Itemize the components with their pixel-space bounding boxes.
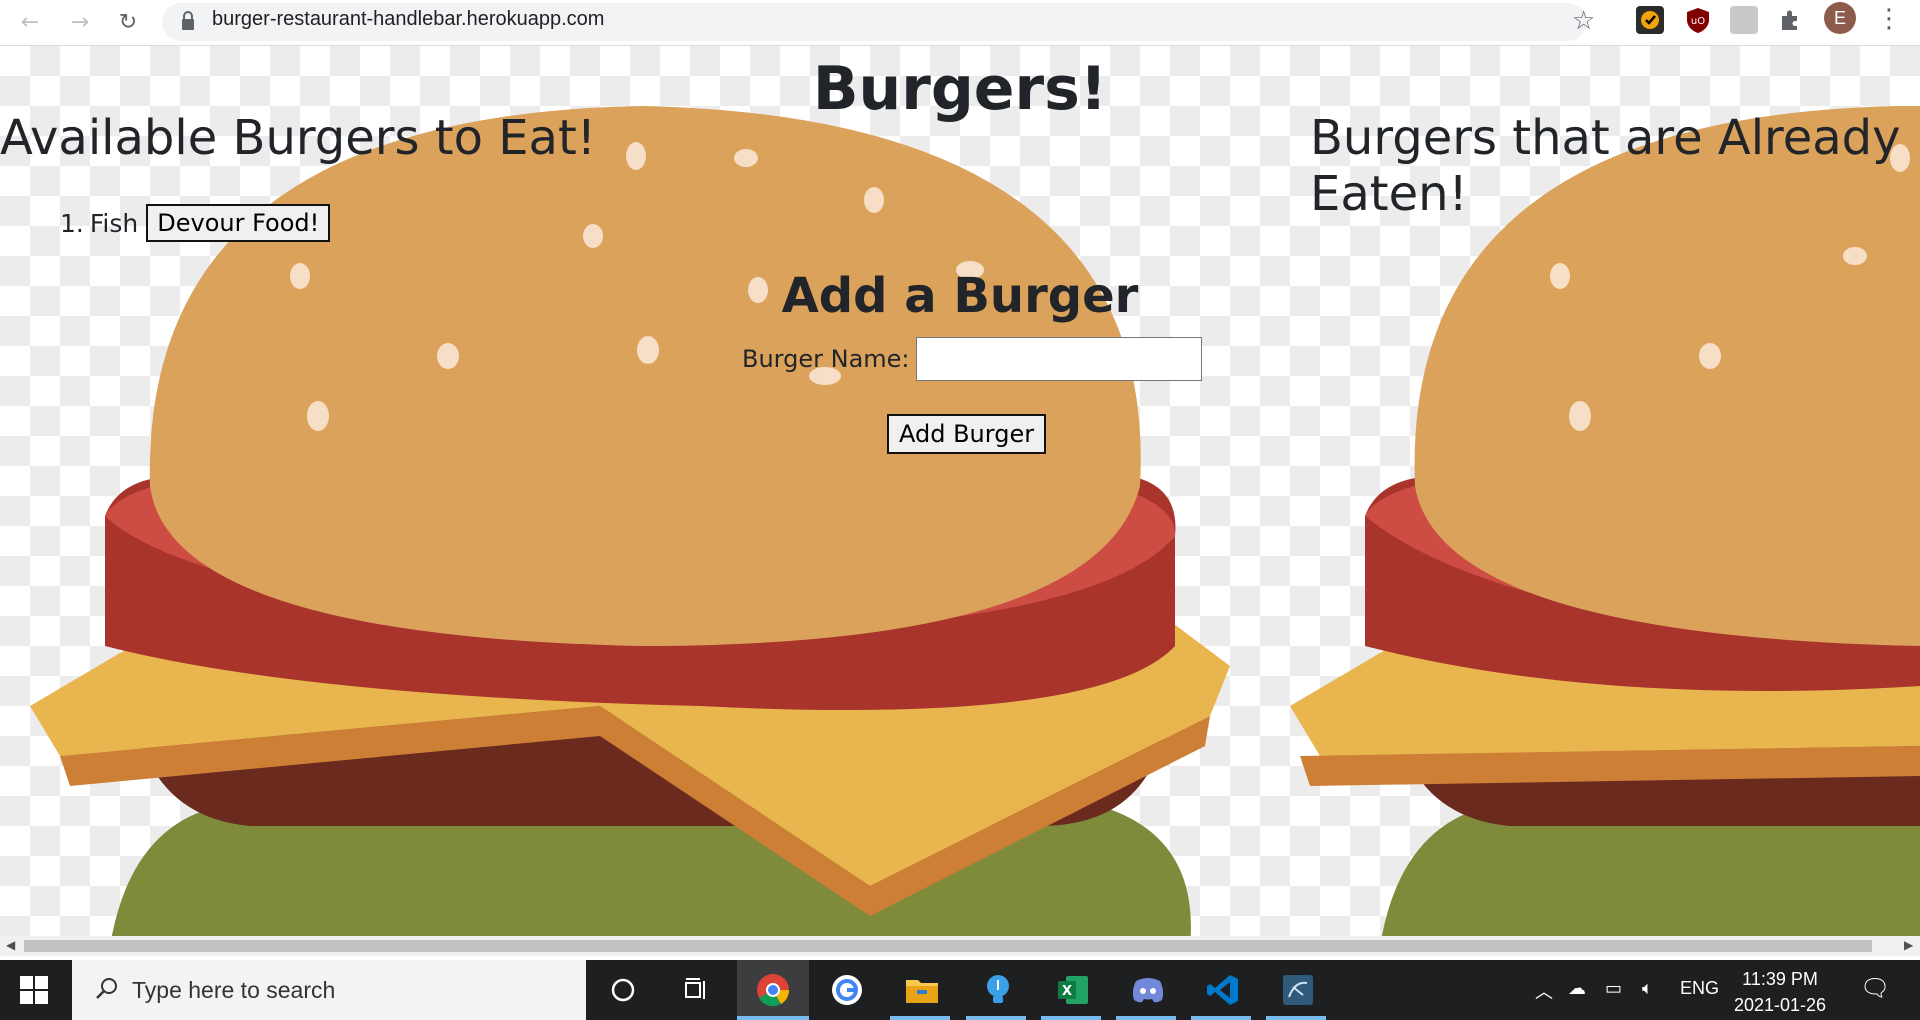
file-explorer-icon[interactable] [902, 970, 942, 1010]
lock-icon [182, 11, 194, 30]
add-burger-heading: Add a Burger [781, 268, 1139, 324]
search-placeholder: Type here to search [132, 977, 336, 1003]
vscode-icon[interactable] [1203, 970, 1243, 1010]
horizontal-scrollbar[interactable]: ◀ ▶ [0, 936, 1920, 956]
search-icon [96, 978, 117, 999]
scroll-left-icon[interactable]: ◀ [6, 938, 15, 952]
ublock-icon[interactable]: uO [1684, 6, 1712, 34]
svg-text:uO: uO [1691, 16, 1705, 27]
available-burgers-list-item: 1. Fish Devour Food! [60, 204, 331, 242]
excel-running-indicator [1041, 1016, 1101, 1020]
cortana-icon[interactable] [603, 970, 643, 1010]
scrollbar-thumb[interactable] [24, 940, 1872, 952]
tray-chevron-up-icon[interactable]: ︿ [1535, 978, 1553, 1004]
burger-name-input[interactable] [915, 337, 1202, 381]
extensions-puzzle-icon[interactable] [1776, 6, 1804, 34]
vscode-running-indicator [1191, 1016, 1251, 1020]
page-viewport: Burgers! Available Burgers to Eat! Burge… [0, 46, 1920, 936]
chrome-running-indicator [737, 1016, 809, 1020]
reload-icon[interactable]: ↻ [112, 6, 144, 38]
burger-name-label: Burger Name: [742, 345, 910, 373]
taskbar-clock[interactable]: 11:39 PM 2021-01-26 [1730, 966, 1830, 1018]
onedrive-cloud-icon[interactable]: ☁ [1568, 978, 1586, 999]
volume-icon[interactable]: 🔈︎ [1642, 978, 1653, 999]
eaten-heading-line-1: Burgers that are Already [1310, 110, 1901, 166]
profile-avatar[interactable]: E [1824, 2, 1856, 34]
extension-icon-3[interactable] [1730, 6, 1758, 34]
list-item-number: 1. [60, 208, 84, 238]
svg-text:X: X [1062, 984, 1072, 999]
chrome-icon[interactable] [753, 970, 793, 1010]
tips-running-indicator [966, 1016, 1026, 1020]
add-burger-button[interactable]: Add Burger [887, 414, 1047, 454]
right-burger-illustration [1290, 106, 1920, 936]
workbench-running-indicator [1266, 1016, 1326, 1020]
clock-time: 11:39 PM [1742, 969, 1818, 989]
explorer-running-indicator [890, 1016, 950, 1020]
devour-button[interactable]: Devour Food! [146, 204, 331, 242]
language-indicator[interactable]: ENG [1680, 978, 1719, 999]
app-g-icon[interactable] [827, 970, 867, 1010]
eaten-burgers-heading: Burgers that are Already Eaten! [1310, 110, 1901, 222]
notifications-icon[interactable]: 🗨︎ [1860, 974, 1890, 1003]
windows-taskbar: Type here to search X ︿ ☁ ▭ 🔈︎ ENG 11:39… [0, 960, 1920, 1020]
taskbar-search-box[interactable]: Type here to search [72, 960, 586, 1020]
excel-icon[interactable]: X [1053, 970, 1093, 1010]
browser-toolbar: ← → ↻ burger-restaurant-handlebar.heroku… [0, 0, 1920, 46]
burger-name-form-row: Burger Name: [742, 337, 1202, 381]
eaten-heading-line-2: Eaten! [1310, 166, 1468, 222]
extension-icon-1[interactable] [1636, 6, 1664, 34]
burger-name: Fish [89, 208, 139, 238]
clock-date: 2021-01-26 [1733, 995, 1827, 1015]
discord-icon[interactable] [1128, 970, 1168, 1010]
discord-running-indicator [1116, 1016, 1176, 1020]
browser-menu-icon[interactable]: ⋮ [1876, 4, 1902, 34]
back-icon[interactable]: ← [14, 6, 46, 38]
url-text[interactable]: burger-restaurant-handlebar.herokuapp.co… [212, 8, 604, 31]
mysql-workbench-icon[interactable] [1278, 970, 1318, 1010]
windows-start-icon[interactable] [20, 976, 48, 1004]
bookmark-star-icon[interactable]: ☆ [1572, 6, 1595, 36]
tips-bulb-icon[interactable] [978, 970, 1018, 1010]
battery-icon[interactable]: ▭ [1605, 978, 1622, 999]
task-view-icon[interactable] [676, 970, 716, 1010]
scroll-right-icon[interactable]: ▶ [1904, 938, 1913, 952]
available-burgers-heading: Available Burgers to Eat! [0, 110, 597, 166]
forward-icon[interactable]: → [64, 6, 96, 38]
